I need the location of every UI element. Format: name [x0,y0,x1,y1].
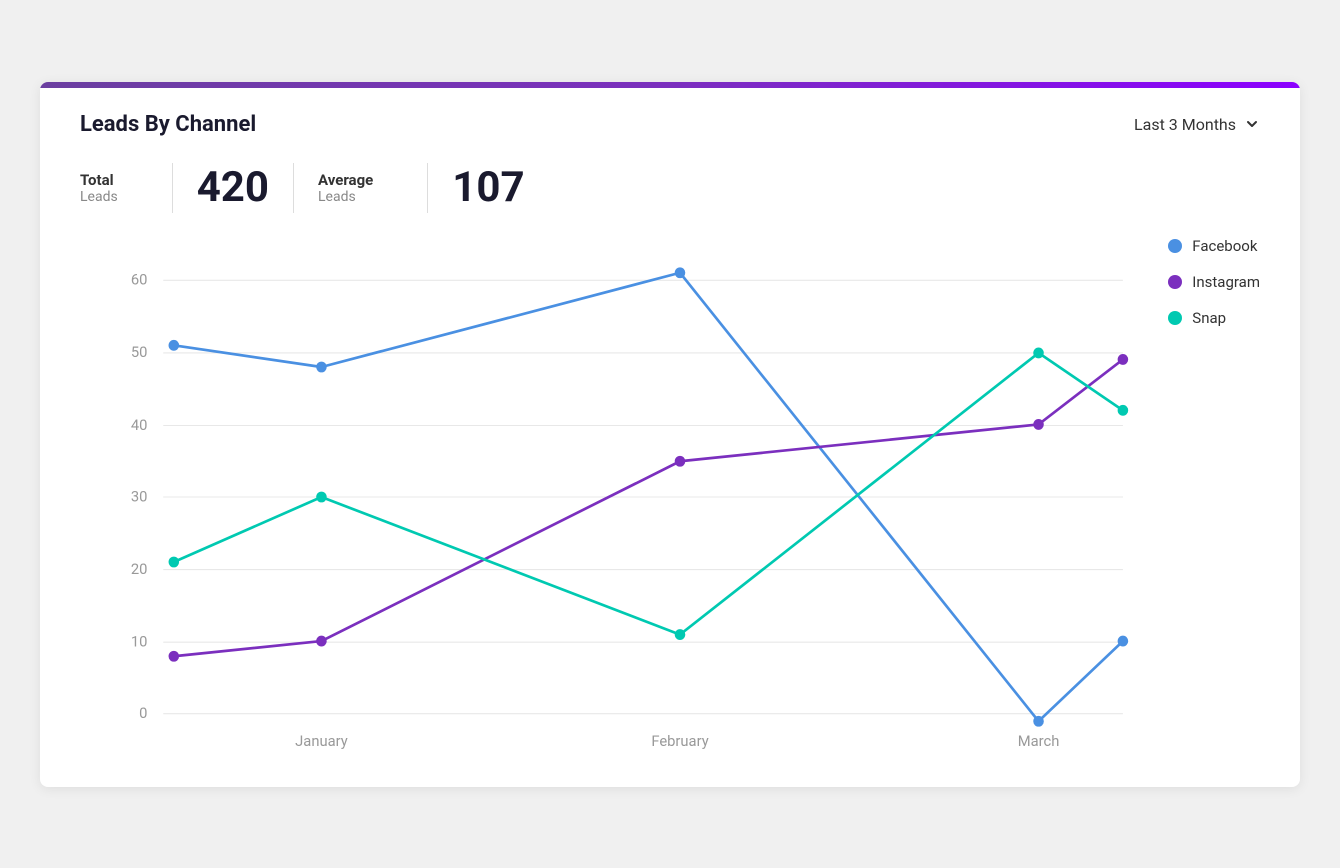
average-label: Average [318,171,373,189]
instagram-line [174,359,1123,656]
total-leads-block: Total Leads [80,171,148,205]
line-chart: 60 50 40 30 20 10 0 January February Mar… [100,237,1260,757]
stat-divider-1 [172,163,173,213]
average-sublabel: Leads [318,189,373,205]
chart-container: 60 50 40 30 20 10 0 January February Mar… [100,237,1260,757]
svg-text:20: 20 [131,559,148,577]
card-header: Leads By Channel Last 3 Months [40,88,1300,153]
total-value: 420 [197,163,269,212]
instagram-dot-0 [169,650,180,661]
svg-text:March: March [1018,731,1060,749]
svg-text:40: 40 [131,415,148,433]
legend-item-instagram: Instagram [1168,273,1260,291]
facebook-dot-1 [316,361,327,372]
svg-text:50: 50 [131,343,148,361]
legend-label-instagram: Instagram [1192,273,1260,291]
svg-text:30: 30 [131,487,148,505]
stats-row: Total Leads 420 Average Leads 107 [40,153,1300,237]
average-value: 107 [452,163,524,212]
svg-text:10: 10 [131,632,148,650]
svg-text:60: 60 [131,270,148,288]
chart-legend: Facebook Instagram Snap [1168,237,1260,327]
chart-area: 60 50 40 30 20 10 0 January February Mar… [40,237,1300,757]
facebook-dot-0 [169,339,180,350]
instagram-dot-4 [1118,354,1129,365]
svg-text:January: January [295,731,348,749]
total-label: Total [80,171,118,189]
legend-label-snap: Snap [1192,309,1226,327]
instagram-dot-2 [675,455,686,466]
snap-dot-0 [169,556,180,567]
instagram-dot-1 [316,635,327,646]
svg-text:February: February [651,731,708,749]
legend-dot-instagram [1168,275,1182,289]
snap-dot-2 [675,629,686,640]
snap-line [174,352,1123,634]
facebook-dot-2 [675,267,686,278]
legend-dot-snap [1168,311,1182,325]
facebook-dot-4 [1118,635,1129,646]
legend-item-facebook: Facebook [1168,237,1260,255]
svg-text:0: 0 [139,703,147,721]
page-title: Leads By Channel [80,112,256,137]
date-filter-label: Last 3 Months [1134,115,1236,134]
legend-dot-facebook [1168,239,1182,253]
stat-divider-3 [427,163,428,213]
stat-divider-2 [293,163,294,213]
date-filter-button[interactable]: Last 3 Months [1134,115,1260,134]
snap-dot-4 [1118,404,1129,415]
average-leads-block: Average Leads [318,171,403,205]
instagram-dot-3 [1033,419,1044,430]
chevron-down-icon [1244,116,1260,132]
snap-dot-1 [316,491,327,502]
dashboard-card: Leads By Channel Last 3 Months Total Lea… [40,82,1300,787]
legend-item-snap: Snap [1168,309,1260,327]
legend-label-facebook: Facebook [1192,237,1257,255]
snap-dot-3 [1033,347,1044,358]
total-sublabel: Leads [80,189,118,205]
facebook-dot-3 [1033,715,1044,726]
